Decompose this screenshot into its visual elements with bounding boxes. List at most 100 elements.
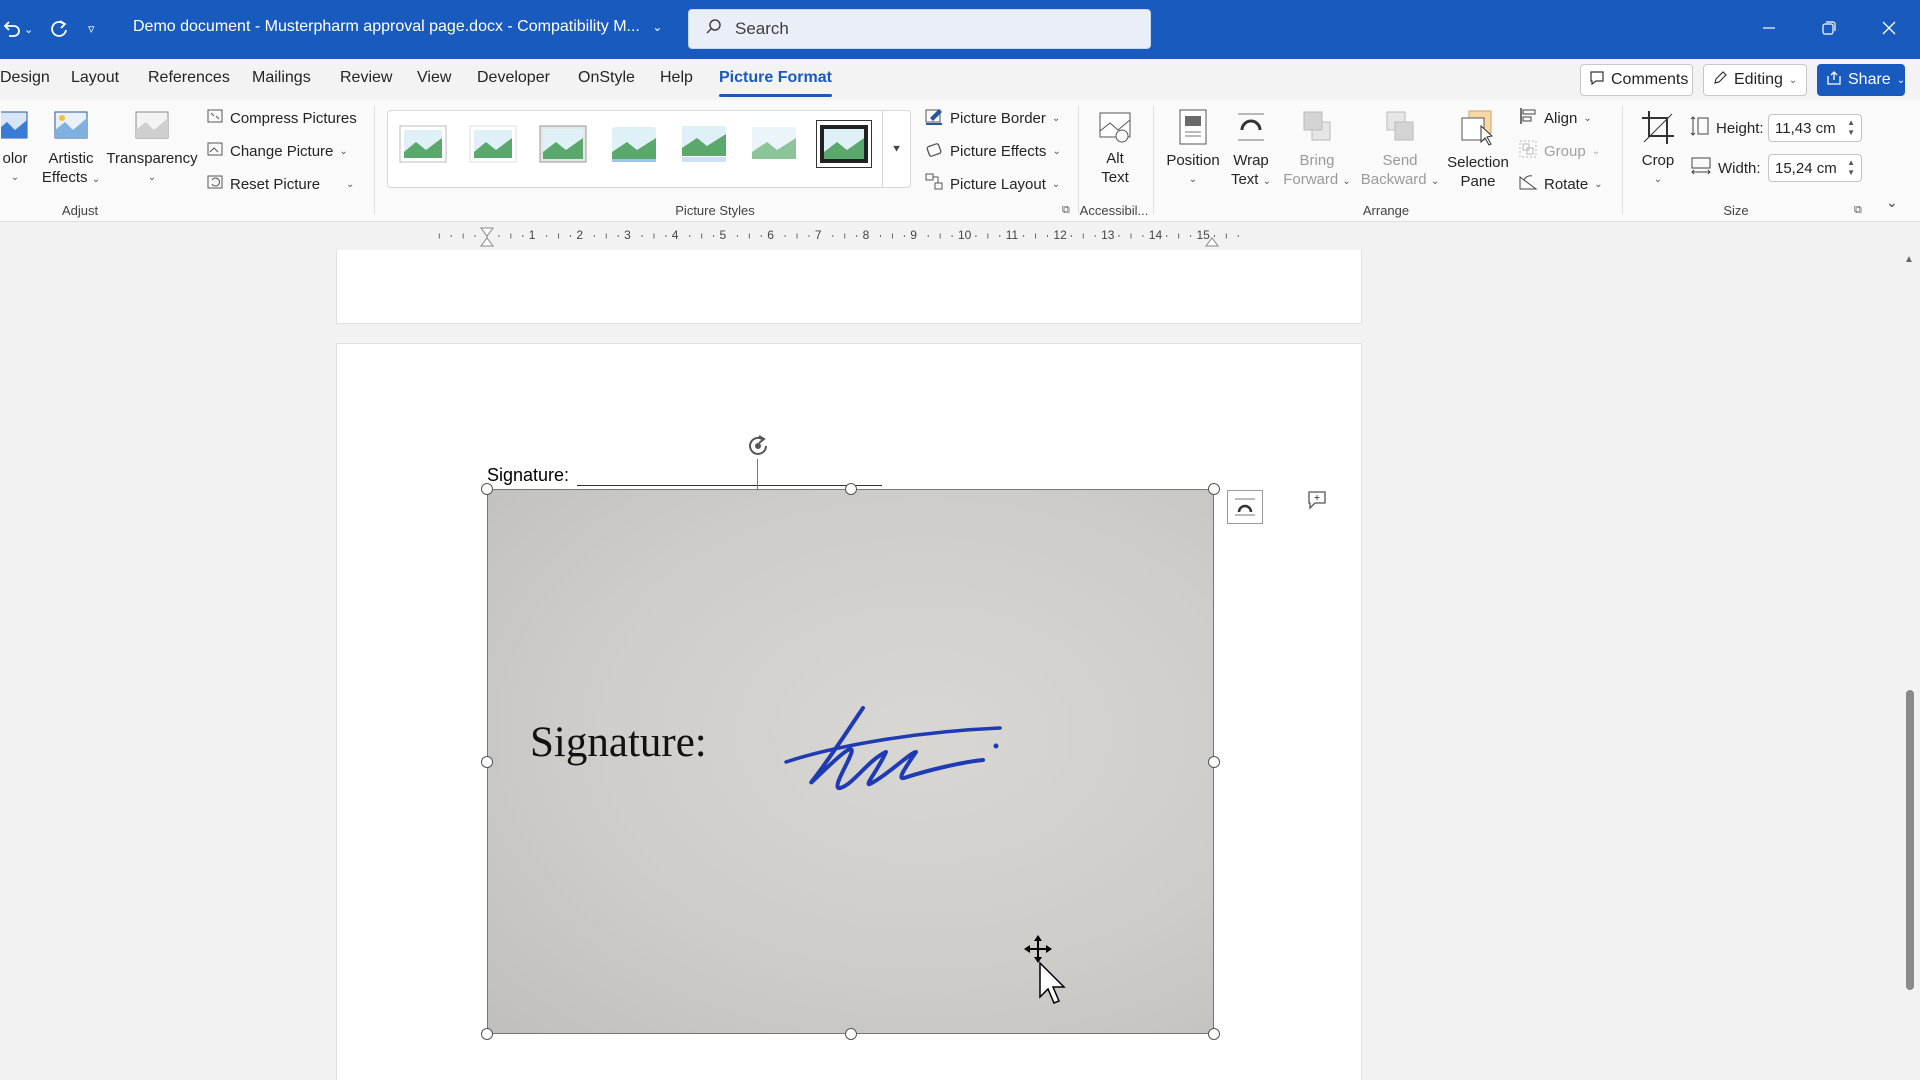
transparency-button[interactable]: Transparency ⌄ — [106, 110, 198, 187]
search-placeholder: Search — [735, 19, 789, 38]
tab-mailings[interactable]: Mailings — [252, 69, 311, 87]
vertical-scrollbar[interactable]: ▲ — [1900, 250, 1920, 1080]
picture-style-2[interactable] — [465, 120, 521, 168]
picture-layout-button[interactable]: Picture Layout ⌄ — [924, 172, 1060, 196]
search-input[interactable]: Search — [688, 9, 1151, 49]
tab-onstyle[interactable]: OnStyle — [578, 69, 635, 87]
transparency-label: Transparency — [106, 150, 198, 167]
ruler-number: 4 — [671, 228, 679, 242]
position-button[interactable]: Position ⌄ — [1163, 108, 1223, 189]
position-icon — [1177, 108, 1209, 151]
picture-border-icon — [924, 106, 944, 130]
picture-effects-button[interactable]: Picture Effects ⌄ — [924, 139, 1061, 163]
ruler-number: 6 — [767, 228, 774, 242]
scroll-up-icon[interactable]: ▲ — [1904, 254, 1914, 265]
signature-label: Signature: — [487, 465, 570, 485]
picture-style-1[interactable] — [395, 120, 451, 168]
document-page[interactable]: Signature: Signature: — [336, 343, 1362, 1080]
width-label-text: Width: — [1718, 159, 1761, 177]
color-button[interactable]: olor ⌄ — [0, 110, 30, 187]
resize-handle-top[interactable] — [844, 483, 857, 495]
undo-icon[interactable] — [0, 14, 22, 44]
document-canvas: Signature: Signature: — [0, 250, 1900, 1080]
new-comment-icon[interactable] — [1305, 489, 1329, 516]
align-button[interactable]: Align ⌄ — [1518, 106, 1592, 130]
height-label: Height: — [1690, 116, 1764, 140]
redo-icon[interactable] — [48, 14, 70, 44]
width-input[interactable]: 15,24 cm ▲ ▼ — [1768, 154, 1862, 182]
signature-image[interactable]: Signature: — [487, 489, 1214, 1034]
change-picture-button[interactable]: Change Picture ⌄ — [206, 139, 348, 163]
tab-help[interactable]: Help — [660, 69, 693, 87]
height-input[interactable]: 11,43 cm ▲ ▼ — [1768, 114, 1862, 142]
picture-style-4[interactable] — [606, 120, 662, 168]
ruler-number: 2 — [576, 228, 584, 242]
layout-options-icon[interactable] — [1227, 490, 1263, 524]
share-button[interactable]: Share ⌄ — [1817, 64, 1905, 96]
reset-picture-button[interactable]: Reset Picture ⌄ — [206, 172, 354, 196]
tab-review[interactable]: Review — [340, 69, 392, 87]
compress-pictures-button[interactable]: Compress Pictures — [206, 106, 357, 130]
send-backward-button[interactable]: Send Backward ⌄ — [1360, 108, 1440, 191]
group-separator — [1078, 106, 1079, 214]
alt-text-button[interactable]: Alt Text — [1090, 110, 1140, 187]
height-spinner-icon[interactable]: ▲ ▼ — [1847, 118, 1855, 138]
selection-pane-button[interactable]: Selection Pane — [1444, 108, 1512, 191]
wrap-text-button[interactable]: Wrap Text ⌄ — [1228, 108, 1274, 191]
tab-developer[interactable]: Developer — [477, 69, 550, 87]
gallery-more-icon[interactable]: ⯆ — [882, 110, 910, 188]
ruler-number: 14 — [1148, 228, 1163, 242]
rotate-handle-icon[interactable] — [743, 431, 773, 461]
picture-style-3[interactable] — [535, 120, 591, 168]
group-label: Group — [1544, 142, 1586, 160]
picture-style-6[interactable] — [746, 120, 802, 168]
customize-toolbar-icon[interactable]: ▿ — [88, 14, 95, 44]
size-dialog-launcher-icon[interactable]: ⧉ — [1854, 204, 1862, 217]
group-button[interactable]: Group ⌄ — [1518, 139, 1600, 163]
horizontal-ruler[interactable]: 1 2 3 4 5 6 7 8 9 10 11 12 13 14 15 — [0, 222, 1920, 250]
tab-design[interactable]: Design — [0, 69, 50, 87]
bring-forward-button[interactable]: Bring Forward ⌄ — [1278, 108, 1356, 191]
comments-label: Comments — [1611, 71, 1689, 88]
tab-references[interactable]: References — [148, 69, 230, 87]
group-separator — [1622, 106, 1623, 214]
resize-handle-top-left[interactable] — [481, 483, 493, 495]
picture-layout-icon — [924, 172, 944, 196]
chevron-down-icon: ⌄ — [1896, 74, 1906, 86]
resize-handle-right[interactable] — [1208, 755, 1220, 768]
document-title[interactable]: Demo document - Musterpharm approval pag… — [133, 18, 662, 36]
width-icon — [1690, 156, 1712, 180]
chevron-down-icon: ⌄ — [10, 172, 20, 183]
picture-style-7[interactable] — [816, 120, 872, 168]
resize-handle-top-right[interactable] — [1208, 483, 1220, 495]
tab-picture-format[interactable]: Picture Format — [719, 69, 832, 97]
artistic-effects-button[interactable]: Artistic Effects ⌄ — [40, 110, 102, 189]
comments-button[interactable]: Comments — [1580, 64, 1693, 96]
share-icon — [1826, 70, 1842, 91]
picture-style-5[interactable] — [676, 120, 732, 168]
group-icon — [1518, 139, 1538, 163]
chevron-down-icon: ⌄ — [652, 20, 663, 34]
undo-dropdown-icon[interactable]: ⌄ — [24, 14, 33, 44]
close-icon[interactable] — [1866, 10, 1912, 46]
resize-handle-left[interactable] — [481, 755, 493, 768]
resize-handle-bottom-left[interactable] — [481, 1028, 493, 1040]
minimize-icon[interactable] — [1746, 10, 1792, 46]
tab-view[interactable]: View — [417, 69, 451, 87]
crop-button[interactable]: Crop ⌄ — [1634, 108, 1682, 189]
chevron-down-icon: ⌄ — [147, 172, 157, 183]
collapse-ribbon-icon[interactable]: ⌄ — [1886, 194, 1898, 211]
resize-handle-bottom[interactable] — [844, 1028, 857, 1040]
scrollbar-thumb[interactable] — [1906, 690, 1914, 990]
dialog-launcher-icon[interactable]: ⧉ — [1062, 204, 1070, 217]
artistic-effects-label-line2: Effects ⌄ — [41, 169, 101, 186]
resize-handle-bottom-right[interactable] — [1208, 1028, 1220, 1040]
restore-icon[interactable] — [1806, 10, 1852, 46]
picture-border-button[interactable]: Picture Border ⌄ — [924, 106, 1060, 130]
width-spinner-icon[interactable]: ▲ ▼ — [1847, 158, 1855, 178]
rotate-button[interactable]: Rotate ⌄ — [1518, 172, 1603, 196]
tab-layout[interactable]: Layout — [71, 69, 119, 87]
picture-effects-icon — [924, 139, 944, 163]
ribbon-tabs: Design Layout References Mailings Review… — [0, 59, 1920, 100]
editing-mode-button[interactable]: Editing ⌄ — [1703, 64, 1807, 96]
